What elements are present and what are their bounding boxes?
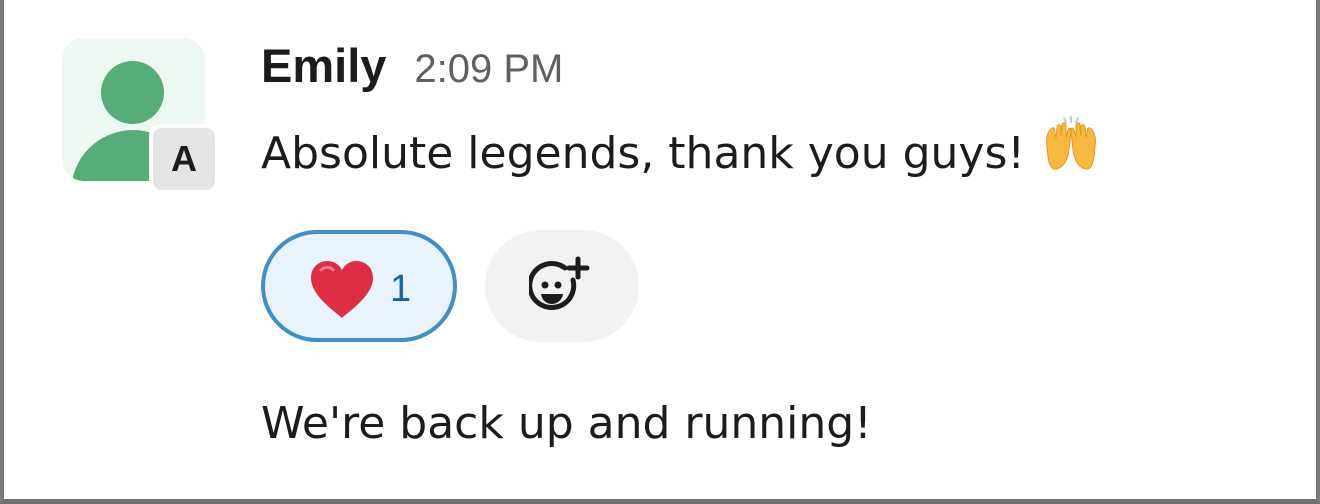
add-reaction-button[interactable] bbox=[485, 230, 639, 342]
message-text-2: We're back up and running! bbox=[261, 398, 872, 449]
avatar-badge: A bbox=[149, 124, 219, 194]
message-text-content: Absolute legends, thank you guys! bbox=[261, 128, 1026, 179]
reaction-count: 1 bbox=[390, 268, 412, 310]
heart-reaction[interactable]: 1 bbox=[261, 230, 457, 342]
message-pane: A Emily 2:09 PM Absolute legends, thank … bbox=[0, 0, 1320, 504]
heart-icon bbox=[309, 260, 375, 325]
add-emoji-icon bbox=[529, 256, 590, 310]
avatar-head-shape bbox=[101, 61, 164, 124]
message-timestamp[interactable]: 2:09 PM bbox=[414, 47, 563, 92]
message-header: Emily 2:09 PM bbox=[261, 38, 563, 98]
message-text: Absolute legends, thank you guys! bbox=[261, 116, 1103, 185]
author-name[interactable]: Emily bbox=[261, 38, 386, 93]
avatar-badge-letter: A bbox=[153, 128, 215, 190]
raising-hands-icon bbox=[1039, 116, 1103, 185]
